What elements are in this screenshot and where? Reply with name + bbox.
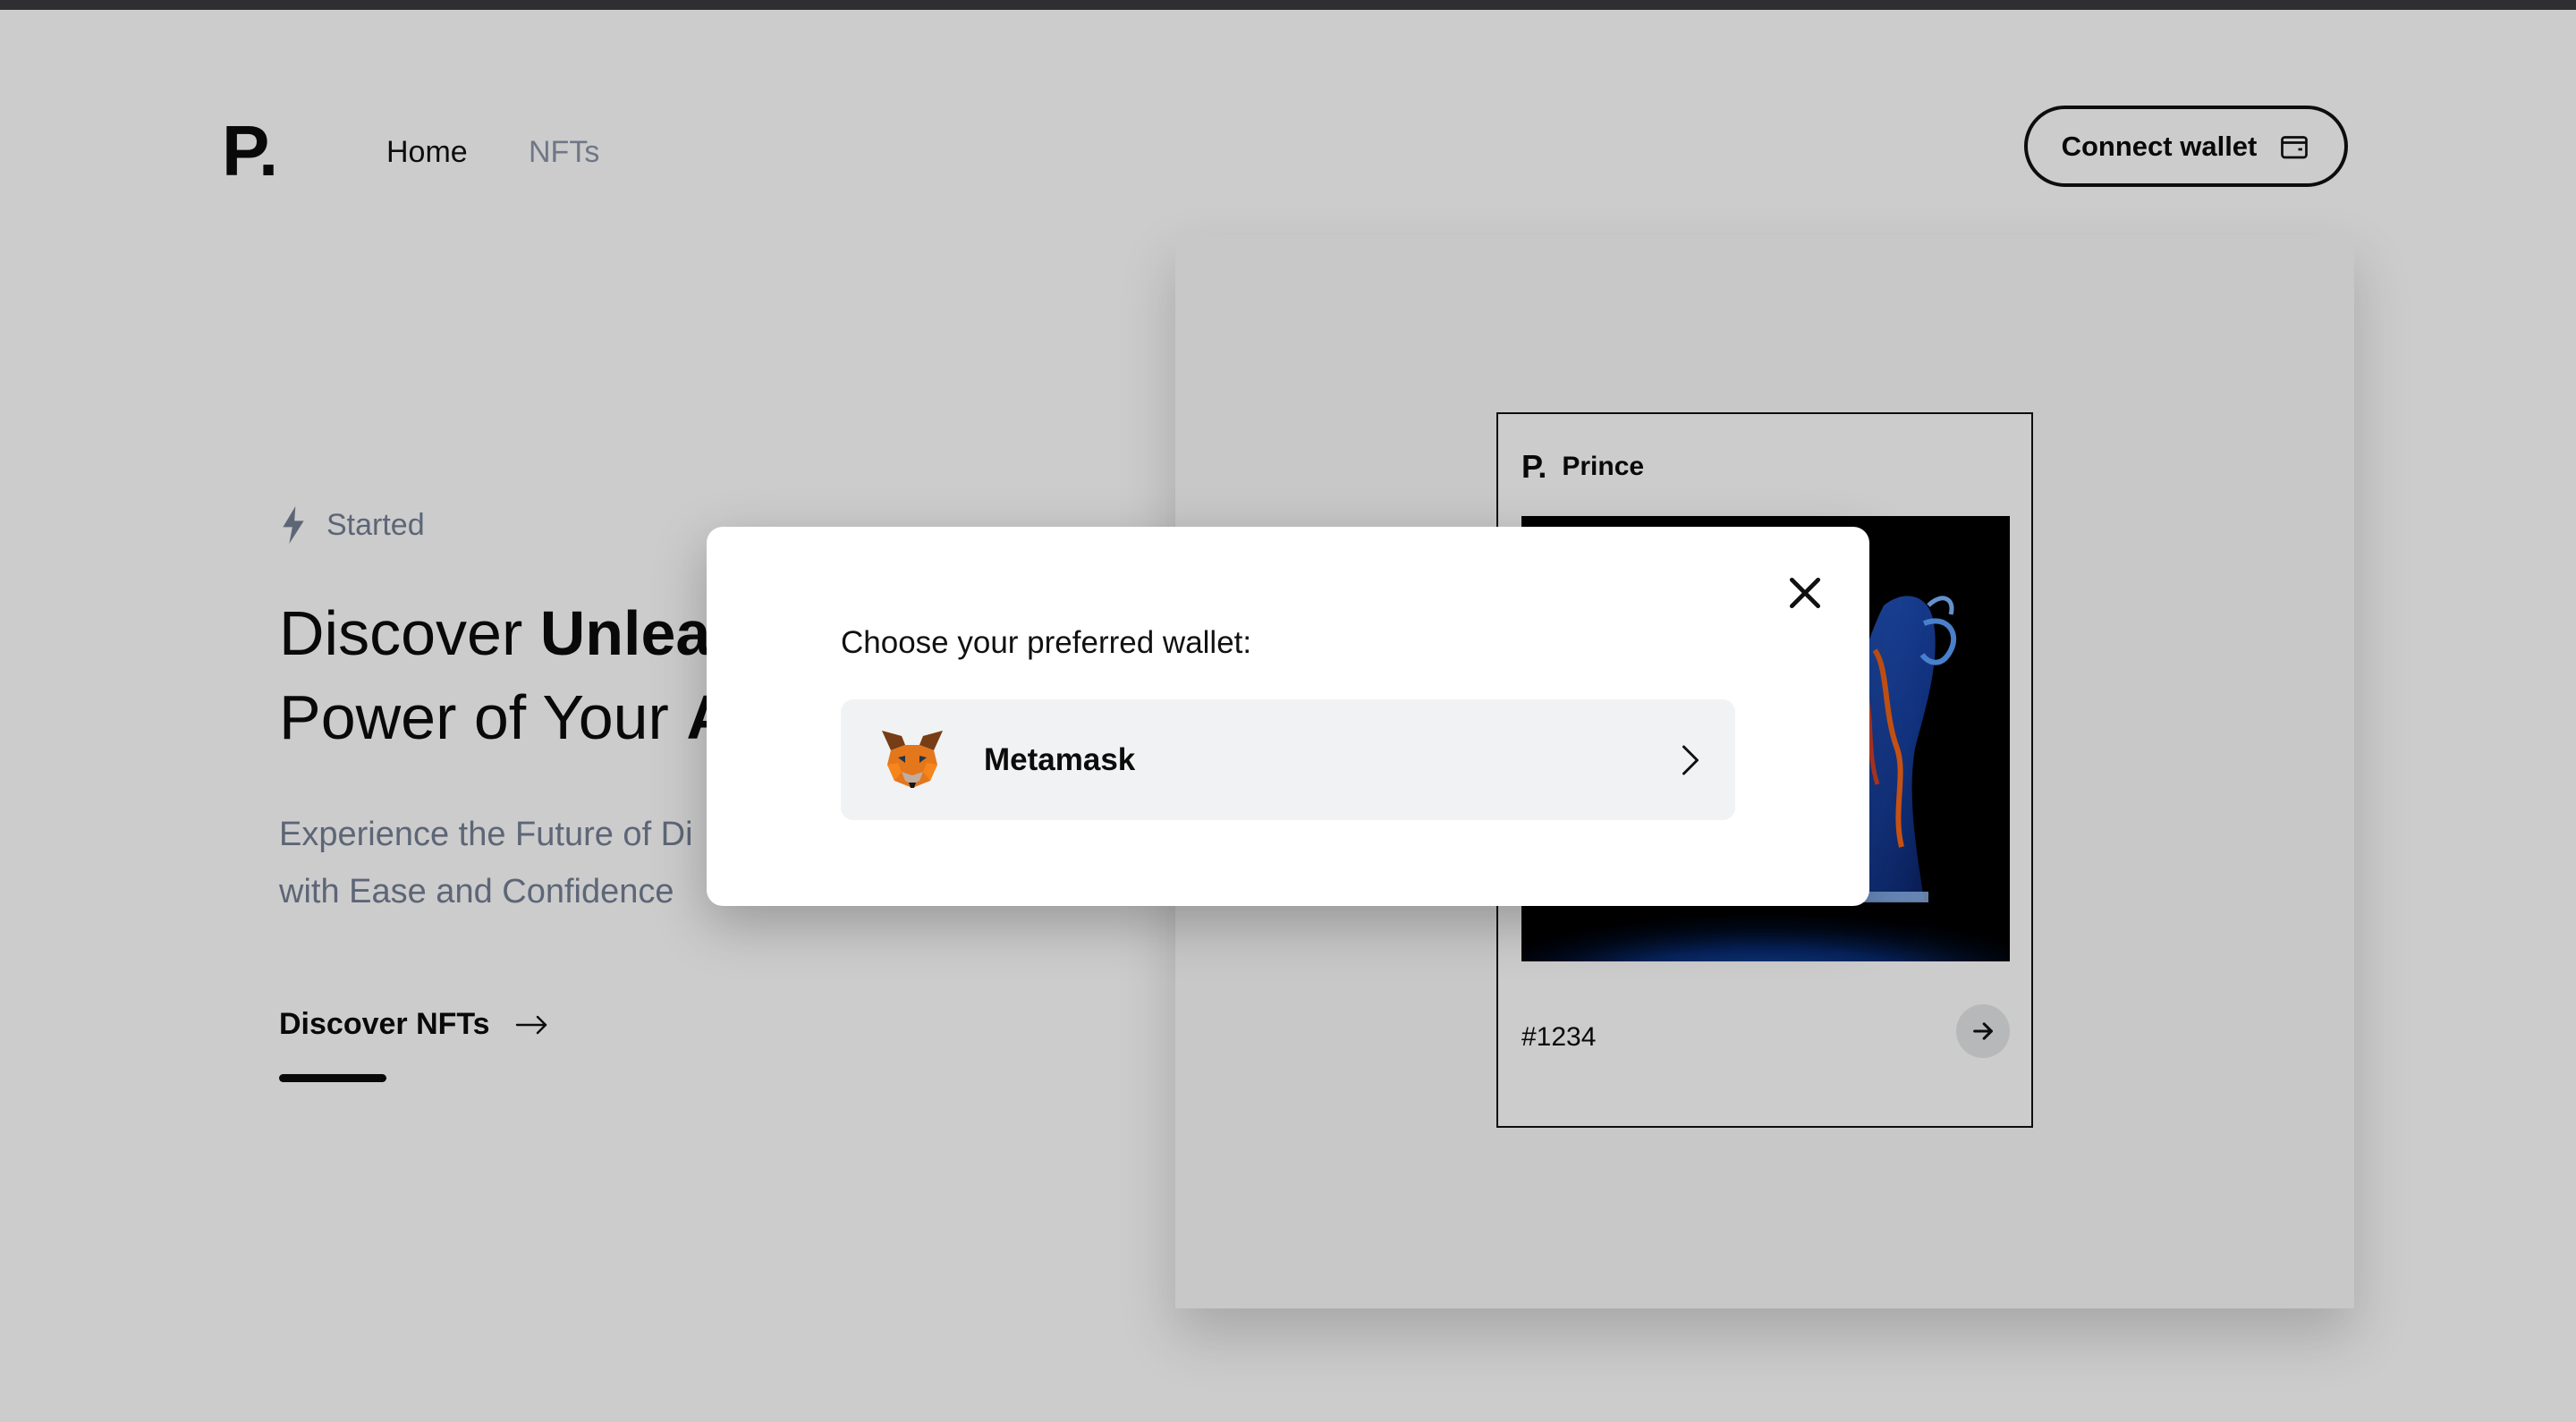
metamask-fox-icon (882, 730, 943, 788)
close-icon[interactable] (1785, 573, 1825, 613)
wallet-option-label: Metamask (984, 741, 1136, 777)
wallet-option-metamask[interactable]: Metamask (841, 699, 1735, 820)
modal-title: Choose your preferred wallet: (841, 625, 1252, 660)
chevron-right-icon (1682, 745, 1699, 774)
wallet-modal: Choose your preferred wallet: Metamask (707, 527, 1869, 906)
